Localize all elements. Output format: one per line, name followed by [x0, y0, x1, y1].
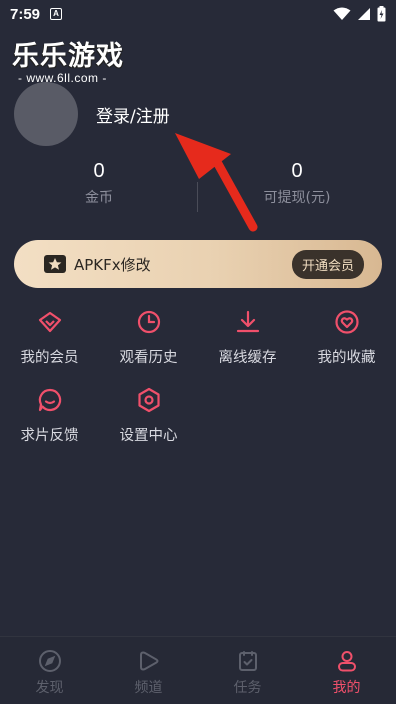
vip-title: APKFx修改 — [74, 255, 151, 274]
coins-stat[interactable]: 0 金币 — [0, 160, 198, 216]
wifi-icon — [333, 7, 351, 20]
coins-label: 金币 — [85, 190, 113, 206]
battery-icon — [377, 6, 386, 22]
download-icon — [236, 310, 259, 333]
tab-channels[interactable]: 频道 — [99, 637, 198, 704]
menu-label: 设置中心 — [119, 428, 178, 444]
menu-label: 观看历史 — [119, 350, 178, 366]
withdrawable-stat[interactable]: 0 可提现(元) — [198, 160, 396, 216]
heart-icon — [334, 310, 359, 334]
menu-row: 我的会员 观看历史 离线缓存 我的收藏 — [0, 308, 396, 386]
menu-item-settings[interactable]: 设置中心 — [99, 386, 198, 464]
menu-grid: 我的会员 观看历史 离线缓存 我的收藏 求片反馈 设置中心 — [0, 308, 396, 464]
profile-header: 登录/注册 — [14, 82, 170, 146]
open-vip-button[interactable]: 开通会员 — [291, 249, 364, 279]
status-bar: 7:59 A — [0, 0, 396, 28]
menu-label: 我的会员 — [20, 350, 79, 366]
menu-item-history[interactable]: 观看历史 — [99, 308, 198, 386]
tab-mine[interactable]: 我的 — [297, 637, 396, 704]
vip-star-icon — [44, 255, 66, 273]
menu-label: 求片反馈 — [20, 428, 79, 444]
login-register-link[interactable]: 登录/注册 — [96, 102, 170, 127]
settings-icon — [137, 387, 160, 413]
menu-item-feedback[interactable]: 求片反馈 — [0, 386, 99, 464]
site-watermark: 乐乐游戏 - www.6ll.com - — [12, 34, 124, 85]
stats-divider — [197, 182, 198, 212]
play-icon — [139, 651, 158, 671]
notification-icon: A — [50, 8, 63, 20]
avatar[interactable] — [14, 82, 78, 146]
menu-item-membership[interactable]: 我的会员 — [0, 308, 99, 386]
tab-label: 任务 — [233, 680, 262, 696]
tab-label: 我的 — [332, 680, 361, 696]
bottom-tab-bar: 发现 频道 任务 我的 — [0, 636, 396, 704]
tab-label: 发现 — [35, 680, 64, 696]
tab-discover[interactable]: 发现 — [0, 637, 99, 704]
task-icon — [238, 651, 257, 671]
stats-row: 0 金币 0 可提现(元) — [0, 160, 396, 216]
compass-icon — [38, 650, 61, 672]
menu-item-favorites[interactable]: 我的收藏 — [297, 308, 396, 386]
signal-icon — [358, 8, 370, 20]
vip-banner[interactable]: APKFx修改 开通会员 — [14, 240, 382, 288]
tab-label: 频道 — [134, 680, 163, 696]
withdrawable-label: 可提现(元) — [263, 190, 331, 206]
user-icon — [337, 651, 356, 672]
menu-label: 我的收藏 — [317, 350, 376, 366]
tab-tasks[interactable]: 任务 — [198, 637, 297, 704]
withdrawable-value: 0 — [291, 160, 303, 182]
chat-icon — [38, 388, 61, 412]
diamond-icon — [38, 311, 61, 333]
status-time: 7:59 — [10, 5, 41, 23]
status-icons — [333, 6, 386, 22]
clock-icon — [137, 310, 160, 334]
watermark-logo: 乐乐游戏 — [12, 41, 124, 72]
menu-label: 离线缓存 — [218, 350, 277, 366]
menu-row: 求片反馈 设置中心 — [0, 386, 396, 464]
menu-item-offline-cache[interactable]: 离线缓存 — [198, 308, 297, 386]
coins-value: 0 — [93, 160, 105, 182]
